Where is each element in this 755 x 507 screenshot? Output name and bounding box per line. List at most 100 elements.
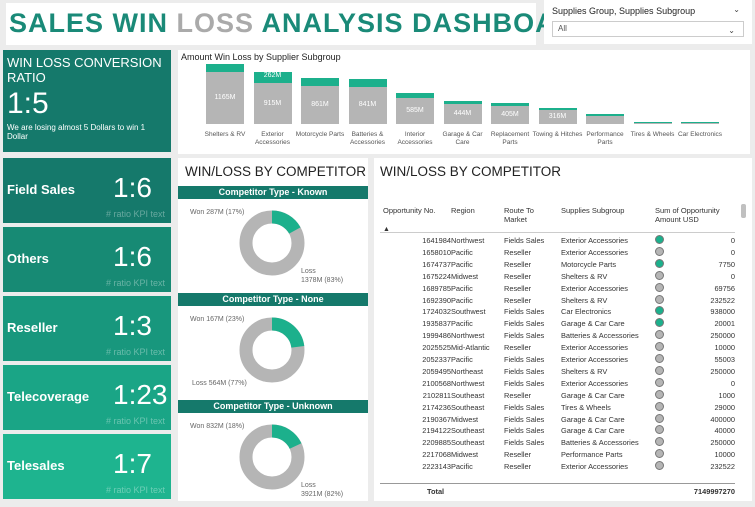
opportunity-cell: 1935837	[422, 319, 451, 329]
header-opportunity[interactable]: Opportunity No.	[383, 206, 436, 215]
table-row[interactable]: 1724032 Southwest Fields Sales Car Electron…	[380, 305, 735, 317]
win-loss-table: WIN/LOSS BY COMPETITOR Opportunity No. R…	[374, 158, 752, 501]
table-row[interactable]: 2209885 Southeast Fields Sales Batteries & …	[380, 436, 735, 448]
total-divider	[380, 483, 735, 484]
chart-bar[interactable]	[633, 121, 672, 124]
table-row[interactable]: 1674737 Pacific Reseller Motorcycle Parts 77…	[380, 258, 735, 270]
status-indicator	[655, 449, 664, 459]
chevron-down-icon: ⌄	[728, 26, 735, 35]
header-region[interactable]: Region	[451, 206, 475, 215]
region-cell: Southeast	[451, 438, 485, 448]
amount-cell: 0	[730, 271, 735, 281]
table-row[interactable]: 2059495 Northeast Fields Sales Shelters & R…	[380, 365, 735, 377]
supplies-group-slicer[interactable]: Supplies Group, Supplies Subgroup ⌄ All …	[544, 0, 752, 44]
subgroup-cell: Shelters & RV	[561, 271, 608, 281]
kpi-caption: # ratio KPI text	[105, 278, 165, 288]
table-row[interactable]: 2025525 Mid-Atlantic Reseller Exterior Acce…	[380, 341, 735, 353]
opportunity-cell: 2100568	[422, 378, 451, 388]
opportunity-cell: 2190367	[422, 414, 451, 424]
subgroup-cell: Exterior Accessories	[561, 378, 628, 388]
header-subgroup[interactable]: Supplies Subgroup	[561, 206, 624, 215]
category-label: Car Electronics	[677, 131, 723, 138]
amount-cell: 1000	[718, 390, 735, 400]
table-row[interactable]: 2052337 Pacific Fields Sales Exterior Acces…	[380, 353, 735, 365]
subgroup-cell: Exterior Accessories	[561, 462, 628, 472]
route-cell: Fields Sales	[504, 402, 545, 412]
subgroup-cell: Exterior Accessories	[561, 247, 628, 257]
table-row[interactable]: 2174236 Southeast Fields Sales Tires & Whee…	[380, 401, 735, 413]
opportunity-cell: 2052337	[422, 355, 451, 364]
table-row[interactable]: 2217068 Midwest Reseller Performance Parts 1…	[380, 448, 735, 460]
chart-bar[interactable]: 585M	[396, 93, 434, 124]
opportunity-cell: 1999486	[422, 331, 451, 341]
donut-loss-value: 1378M (83%)	[301, 277, 344, 284]
table-scrollbar[interactable]	[741, 204, 746, 218]
subgroup-cell: Exterior Accessories	[561, 236, 628, 245]
table-row[interactable]: 1935837 Pacific Fields Sales Garage & Car C…	[380, 317, 735, 329]
loss-data-label: 405M	[501, 111, 519, 119]
dashboard-title: SALES WIN LOSS ANALYSIS DASHBOARD	[6, 3, 596, 45]
route-cell: Fields Sales	[504, 331, 545, 341]
kpi-card: Telecoverage 1:23 # ratio KPI text	[3, 365, 171, 430]
category-label: Replacement Parts	[490, 131, 530, 146]
table-row[interactable]: 1689785 Pacific Reseller Exterior Accessori…	[380, 282, 735, 294]
donut-loss-label: Loss	[301, 268, 316, 275]
win-loss-by-subgroup-chart: Amount Win Loss by Supplier Subgroup 116…	[178, 50, 750, 154]
subgroup-cell: Exterior Accessories	[561, 355, 628, 364]
header-amount[interactable]: Sum of Opportunity Amount USD	[655, 206, 720, 224]
status-indicator	[655, 354, 664, 363]
loss-data-label: 1165M	[214, 94, 236, 102]
table-row[interactable]: 1675224 Midwest Reseller Shelters & RV 0	[380, 270, 735, 282]
subgroup-cell: Car Electronics	[561, 307, 612, 317]
opportunity-cell: 2174236	[422, 402, 451, 412]
chart-bar-win	[538, 107, 577, 110]
region-cell: Midwest	[451, 271, 479, 281]
opportunity-cell: 1641984	[422, 236, 451, 245]
opportunity-cell: 1674737	[422, 259, 451, 269]
kpi-label: Telecoverage	[7, 389, 90, 404]
region-cell: Southeast	[451, 390, 485, 400]
chart-bar[interactable]	[681, 122, 719, 124]
route-cell: Reseller	[504, 390, 532, 400]
status-indicator	[655, 377, 664, 387]
chart-bar[interactable]: 405M	[491, 102, 529, 124]
chart-bar[interactable]: 1165M	[206, 64, 244, 124]
table-row[interactable]: 1999486 Northwest Fields Sales Batteries & …	[380, 329, 735, 341]
chart-bar[interactable]	[586, 114, 624, 124]
slicer-value: All	[558, 24, 567, 33]
chart-bar[interactable]: 444M	[443, 101, 482, 124]
amount-cell: 20001	[714, 319, 735, 329]
opportunity-cell: 2102811	[422, 390, 451, 400]
chart-bar-win	[491, 102, 529, 107]
table-row[interactable]: 2194122 Southeast Fields Sales Garage & Car…	[380, 424, 735, 436]
region-cell: Northeast	[451, 366, 484, 376]
ratio-card-heading: WIN LOSS CONVERSION RATIO	[7, 55, 162, 85]
amount-cell: 0	[730, 378, 735, 388]
table-row[interactable]: 2100568 Northwest Fields Sales Exterior Acc…	[380, 377, 735, 389]
opportunity-cell: 1724032	[422, 307, 451, 317]
table-row[interactable]: 2102811 Southeast Reseller Garage & Car Car…	[380, 389, 735, 401]
amount-cell: 10000	[714, 450, 735, 460]
table-row[interactable]: 1658010 Pacific Reseller Exterior Accessori…	[380, 246, 735, 258]
loss-data-label: 316M	[548, 112, 567, 120]
route-cell: Fields Sales	[504, 378, 545, 388]
status-indicator	[655, 318, 664, 328]
status-indicator	[655, 306, 664, 316]
chart-bar[interactable]: 316M	[538, 107, 577, 124]
status-indicator	[655, 246, 664, 256]
table-row[interactable]: 2190367 Midwest Fields Sales Garage & Car C…	[380, 413, 735, 425]
slicer-dropdown[interactable]: All ⌄	[552, 21, 744, 37]
table-row[interactable]: 2223143 Pacific Reseller Exterior Accessori…	[380, 460, 735, 472]
region-cell: Southwest	[451, 307, 486, 317]
subgroup-cell: Garage & Car Care	[561, 426, 625, 436]
chart-bar[interactable]: 262M 915M	[253, 71, 292, 124]
chart-bar[interactable]: 841M	[348, 79, 387, 124]
table-row[interactable]: 1641984 Northwest Fields Sales Exterior Acc…	[380, 234, 735, 246]
chart-bar[interactable]: 861M	[301, 78, 339, 124]
chevron-down-icon[interactable]: ⌄	[733, 5, 740, 14]
chart-bar-win	[586, 114, 624, 117]
kpi-caption: # ratio KPI text	[105, 416, 165, 426]
header-route[interactable]: Route To Market	[504, 206, 534, 224]
amount-cell: 55003	[714, 355, 735, 364]
table-row[interactable]: 1692390 Pacific Reseller Shelters & RV 23252…	[380, 294, 735, 306]
